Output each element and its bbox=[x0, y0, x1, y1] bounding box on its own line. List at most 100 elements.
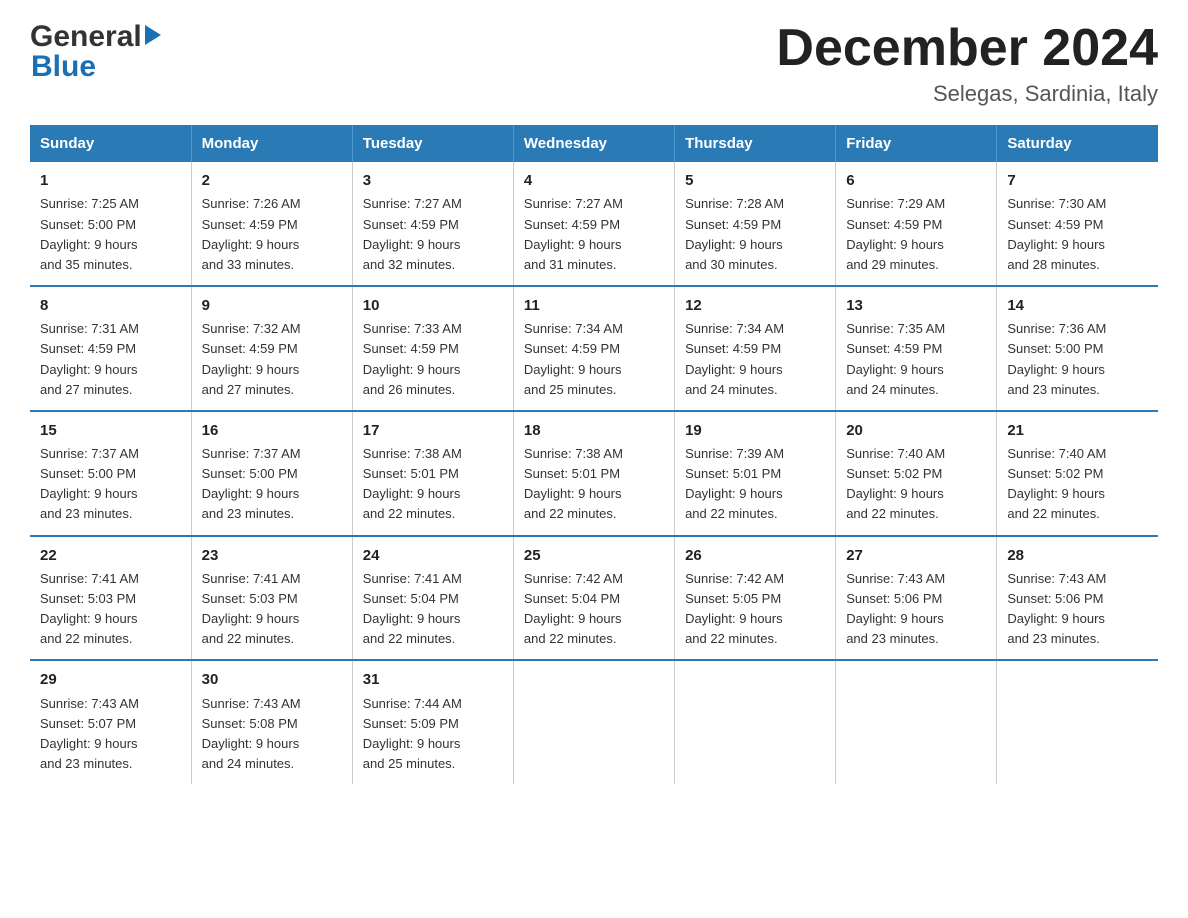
table-row: 28Sunrise: 7:43 AMSunset: 5:06 PMDayligh… bbox=[997, 536, 1158, 661]
day-number: 25 bbox=[524, 544, 664, 567]
day-info: Sunrise: 7:30 AMSunset: 4:59 PMDaylight:… bbox=[1007, 194, 1148, 275]
table-row: 12Sunrise: 7:34 AMSunset: 4:59 PMDayligh… bbox=[675, 286, 836, 411]
col-saturday: Saturday bbox=[997, 125, 1158, 162]
logo-blue-text: Blue bbox=[30, 50, 96, 84]
day-number: 10 bbox=[363, 294, 503, 317]
day-info: Sunrise: 7:31 AMSunset: 4:59 PMDaylight:… bbox=[40, 319, 181, 400]
day-number: 5 bbox=[685, 169, 825, 192]
day-info: Sunrise: 7:38 AMSunset: 5:01 PMDaylight:… bbox=[524, 444, 664, 525]
calendar-week-row: 1Sunrise: 7:25 AMSunset: 5:00 PMDaylight… bbox=[30, 162, 1158, 286]
table-row: 6Sunrise: 7:29 AMSunset: 4:59 PMDaylight… bbox=[836, 162, 997, 286]
table-row: 13Sunrise: 7:35 AMSunset: 4:59 PMDayligh… bbox=[836, 286, 997, 411]
table-row: 2Sunrise: 7:26 AMSunset: 4:59 PMDaylight… bbox=[191, 162, 352, 286]
day-number: 3 bbox=[363, 169, 503, 192]
day-info: Sunrise: 7:35 AMSunset: 4:59 PMDaylight:… bbox=[846, 319, 986, 400]
day-info: Sunrise: 7:33 AMSunset: 4:59 PMDaylight:… bbox=[363, 319, 503, 400]
day-info: Sunrise: 7:37 AMSunset: 5:00 PMDaylight:… bbox=[202, 444, 342, 525]
day-info: Sunrise: 7:43 AMSunset: 5:06 PMDaylight:… bbox=[846, 569, 986, 650]
day-info: Sunrise: 7:26 AMSunset: 4:59 PMDaylight:… bbox=[202, 194, 342, 275]
day-number: 27 bbox=[846, 544, 986, 567]
table-row bbox=[997, 660, 1158, 784]
day-info: Sunrise: 7:40 AMSunset: 5:02 PMDaylight:… bbox=[1007, 444, 1148, 525]
calendar-week-row: 29 Sunrise: 7:43 AMSunset: 5:07 PMDayligh… bbox=[30, 660, 1158, 784]
table-row: 5Sunrise: 7:28 AMSunset: 4:59 PMDaylight… bbox=[675, 162, 836, 286]
day-number: 30 bbox=[202, 668, 342, 691]
day-number: 26 bbox=[685, 544, 825, 567]
day-number: 22 bbox=[40, 544, 181, 567]
table-row: 20Sunrise: 7:40 AMSunset: 5:02 PMDayligh… bbox=[836, 411, 997, 536]
table-row: 25Sunrise: 7:42 AMSunset: 5:04 PMDayligh… bbox=[513, 536, 674, 661]
table-row: 24Sunrise: 7:41 AMSunset: 5:04 PMDayligh… bbox=[352, 536, 513, 661]
table-row: 11Sunrise: 7:34 AMSunset: 4:59 PMDayligh… bbox=[513, 286, 674, 411]
table-row: 4Sunrise: 7:27 AMSunset: 4:59 PMDaylight… bbox=[513, 162, 674, 286]
day-info: Sunrise: 7:38 AMSunset: 5:01 PMDaylight:… bbox=[363, 444, 503, 525]
day-info: Sunrise: 7:34 AMSunset: 4:59 PMDaylight:… bbox=[685, 319, 825, 400]
calendar-week-row: 15Sunrise: 7:37 AMSunset: 5:00 PMDayligh… bbox=[30, 411, 1158, 536]
calendar-table: Sunday Monday Tuesday Wednesday Thursday… bbox=[30, 125, 1158, 784]
logo: General Blue bbox=[30, 20, 161, 84]
day-info: Sunrise: 7:43 AMSunset: 5:07 PMDaylight:… bbox=[40, 694, 181, 775]
day-info: Sunrise: 7:27 AMSunset: 4:59 PMDaylight:… bbox=[363, 194, 503, 275]
table-row: 8Sunrise: 7:31 AMSunset: 4:59 PMDaylight… bbox=[30, 286, 191, 411]
day-number: 16 bbox=[202, 419, 342, 442]
table-row: 16Sunrise: 7:37 AMSunset: 5:00 PMDayligh… bbox=[191, 411, 352, 536]
table-row: 31Sunrise: 7:44 AMSunset: 5:09 PMDayligh… bbox=[352, 660, 513, 784]
day-number: 12 bbox=[685, 294, 825, 317]
table-row: 10Sunrise: 7:33 AMSunset: 4:59 PMDayligh… bbox=[352, 286, 513, 411]
day-number: 8 bbox=[40, 294, 181, 317]
table-row bbox=[675, 660, 836, 784]
day-info: Sunrise: 7:37 AMSunset: 5:00 PMDaylight:… bbox=[40, 444, 181, 525]
day-number: 31 bbox=[363, 668, 503, 691]
table-row: 29 Sunrise: 7:43 AMSunset: 5:07 PMDayligh… bbox=[30, 660, 191, 784]
day-info: Sunrise: 7:43 AMSunset: 5:06 PMDaylight:… bbox=[1007, 569, 1148, 650]
day-number: 18 bbox=[524, 419, 664, 442]
day-number: 7 bbox=[1007, 169, 1148, 192]
col-wednesday: Wednesday bbox=[513, 125, 674, 162]
table-row bbox=[513, 660, 674, 784]
col-monday: Monday bbox=[191, 125, 352, 162]
table-row: 18Sunrise: 7:38 AMSunset: 5:01 PMDayligh… bbox=[513, 411, 674, 536]
col-tuesday: Tuesday bbox=[352, 125, 513, 162]
col-friday: Friday bbox=[836, 125, 997, 162]
day-info: Sunrise: 7:34 AMSunset: 4:59 PMDaylight:… bbox=[524, 319, 664, 400]
day-number: 1 bbox=[40, 169, 181, 192]
calendar-subtitle: Selegas, Sardinia, Italy bbox=[776, 81, 1158, 107]
day-info: Sunrise: 7:28 AMSunset: 4:59 PMDaylight:… bbox=[685, 194, 825, 275]
day-info: Sunrise: 7:32 AMSunset: 4:59 PMDaylight:… bbox=[202, 319, 342, 400]
table-row: 21Sunrise: 7:40 AMSunset: 5:02 PMDayligh… bbox=[997, 411, 1158, 536]
table-row: 9Sunrise: 7:32 AMSunset: 4:59 PMDaylight… bbox=[191, 286, 352, 411]
title-block: December 2024 Selegas, Sardinia, Italy bbox=[776, 20, 1158, 107]
day-info: Sunrise: 7:40 AMSunset: 5:02 PMDaylight:… bbox=[846, 444, 986, 525]
col-thursday: Thursday bbox=[675, 125, 836, 162]
table-row: 3Sunrise: 7:27 AMSunset: 4:59 PMDaylight… bbox=[352, 162, 513, 286]
table-row: 15Sunrise: 7:37 AMSunset: 5:00 PMDayligh… bbox=[30, 411, 191, 536]
table-row: 22Sunrise: 7:41 AMSunset: 5:03 PMDayligh… bbox=[30, 536, 191, 661]
day-info: Sunrise: 7:27 AMSunset: 4:59 PMDaylight:… bbox=[524, 194, 664, 275]
day-number: 14 bbox=[1007, 294, 1148, 317]
table-row: 14Sunrise: 7:36 AMSunset: 5:00 PMDayligh… bbox=[997, 286, 1158, 411]
day-number: 23 bbox=[202, 544, 342, 567]
day-number: 19 bbox=[685, 419, 825, 442]
day-info: Sunrise: 7:29 AMSunset: 4:59 PMDaylight:… bbox=[846, 194, 986, 275]
day-number: 20 bbox=[846, 419, 986, 442]
table-row: 1Sunrise: 7:25 AMSunset: 5:00 PMDaylight… bbox=[30, 162, 191, 286]
table-row: 7Sunrise: 7:30 AMSunset: 4:59 PMDaylight… bbox=[997, 162, 1158, 286]
day-info: Sunrise: 7:25 AMSunset: 5:00 PMDaylight:… bbox=[40, 194, 181, 275]
table-row: 27Sunrise: 7:43 AMSunset: 5:06 PMDayligh… bbox=[836, 536, 997, 661]
day-number: 11 bbox=[524, 294, 664, 317]
day-info: Sunrise: 7:42 AMSunset: 5:05 PMDaylight:… bbox=[685, 569, 825, 650]
logo-general-text: General bbox=[30, 20, 142, 54]
page-header: General Blue December 2024 Selegas, Sard… bbox=[30, 20, 1158, 107]
day-info: Sunrise: 7:42 AMSunset: 5:04 PMDaylight:… bbox=[524, 569, 664, 650]
day-number: 13 bbox=[846, 294, 986, 317]
table-row: 19Sunrise: 7:39 AMSunset: 5:01 PMDayligh… bbox=[675, 411, 836, 536]
day-number: 2 bbox=[202, 169, 342, 192]
day-number: 17 bbox=[363, 419, 503, 442]
table-row bbox=[836, 660, 997, 784]
day-number: 6 bbox=[846, 169, 986, 192]
col-sunday: Sunday bbox=[30, 125, 191, 162]
calendar-header-row: Sunday Monday Tuesday Wednesday Thursday… bbox=[30, 125, 1158, 162]
day-number: 21 bbox=[1007, 419, 1148, 442]
day-number: 28 bbox=[1007, 544, 1148, 567]
day-number: 29 bbox=[40, 668, 181, 691]
